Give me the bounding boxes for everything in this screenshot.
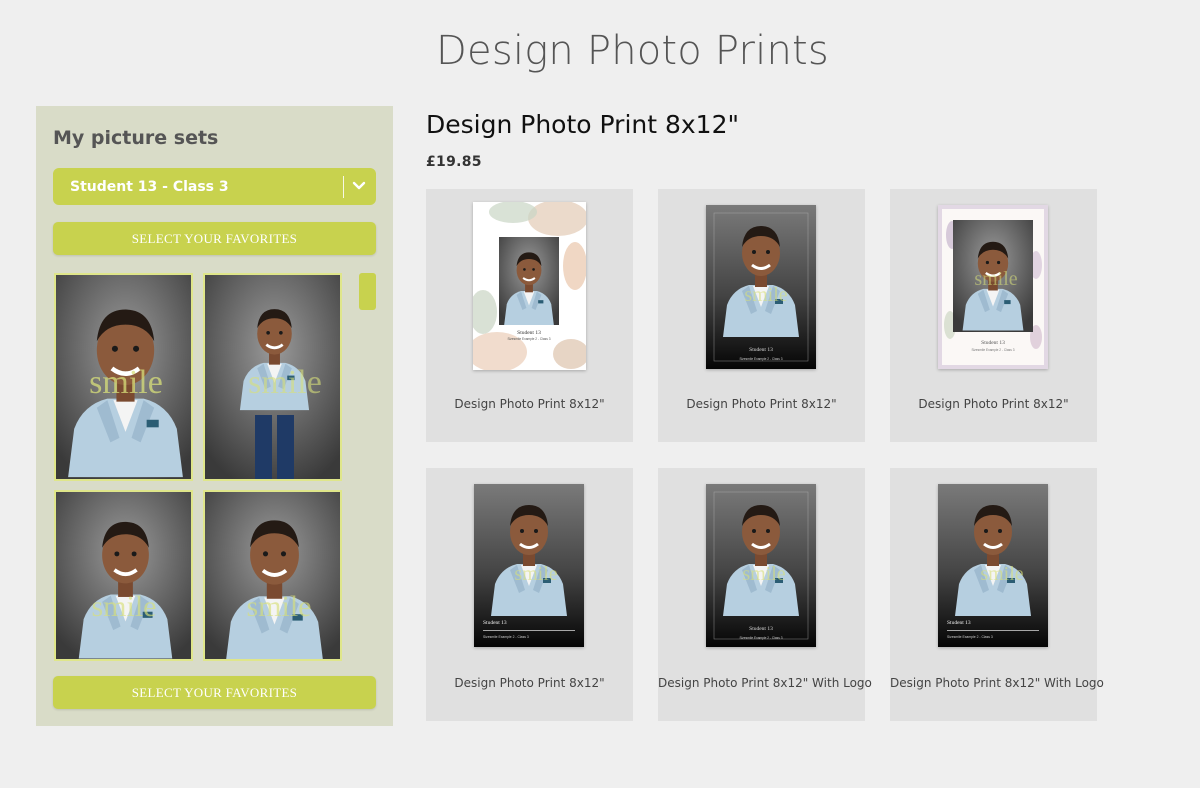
card-caption-sub: Sizesmile Example 2 - Class 3 (507, 337, 550, 341)
card-watermark: smile (742, 563, 785, 585)
card-label: Design Photo Print 8x12" With Logo (890, 676, 1104, 690)
card-caption-name: Student 13 (947, 620, 971, 626)
card-watermark: smile (980, 563, 1023, 585)
picture-thumbnail[interactable]: smile (54, 273, 193, 481)
design-preview: smile Student 13 Sizesmile Example 2 - C… (474, 484, 584, 647)
design-preview: smile Student 13 Sizesmile Example 2 - C… (706, 484, 816, 647)
card-caption-name: Student 13 (981, 340, 1005, 346)
card-watermark: smile (744, 284, 787, 306)
page-title: Design Photo Prints (436, 28, 829, 74)
card-caption-sub: Sizesmile Example 2 - Class 3 (739, 357, 782, 361)
design-card[interactable]: smile Student 13 Sizesmile Example 2 - C… (890, 189, 1097, 442)
design-card[interactable]: smile Student 13 Sizesmile Example 2 - C… (658, 468, 872, 721)
design-preview: smile Student 13 Sizesmile Example 2 - C… (938, 484, 1048, 647)
card-caption-sub: Sizesmile Example 2 - Class 3 (483, 635, 529, 639)
design-preview: smile Student 13 Sizesmile Example 2 - C… (706, 205, 816, 369)
product-title: Design Photo Print 8x12" (426, 110, 739, 139)
design-preview: smile Student 13 Sizesmile Example 2 - C… (938, 205, 1048, 369)
card-caption-name: Student 13 (483, 620, 507, 626)
card-watermark: smile (514, 563, 557, 585)
card-label: Design Photo Print 8x12" (454, 676, 605, 690)
design-card[interactable]: smile Student 13 Sizesmile Example 2 - C… (426, 468, 633, 721)
card-label: Design Photo Print 8x12" (454, 397, 605, 411)
design-preview: Student 13 Sizesmile Example 2 - Class 3 (473, 202, 586, 370)
sidebar-title: My picture sets (53, 127, 219, 149)
card-label: Design Photo Print 8x12" (918, 397, 1069, 411)
card-caption-name: Student 13 (517, 330, 541, 336)
picture-thumbnail[interactable]: smile (54, 490, 193, 661)
thumbnail-watermark: smile (247, 590, 312, 623)
card-caption-sub: Sizesmile Example 2 - Class 3 (739, 636, 782, 640)
card-caption-sub: Sizesmile Example 2 - Class 3 (971, 348, 1014, 352)
design-card[interactable]: Student 13 Sizesmile Example 2 - Class 3… (426, 189, 633, 442)
selected-set-label: Student 13 - Class 3 (70, 179, 229, 195)
design-card[interactable]: smile Student 13 Sizesmile Example 2 - C… (890, 468, 1104, 721)
picture-thumbnail[interactable]: smile (203, 273, 342, 481)
thumbnail-watermark: smile (89, 364, 163, 401)
dropdown-divider (343, 176, 344, 198)
card-caption-sub: Sizesmile Example 2 - Class 3 (947, 635, 993, 639)
thumbnail-scrollbar[interactable] (359, 273, 376, 310)
product-price: £19.85 (426, 154, 482, 170)
picture-set-dropdown[interactable]: Student 13 - Class 3 (53, 168, 376, 205)
card-label: Design Photo Print 8x12" With Logo (658, 676, 872, 690)
design-card[interactable]: smile Student 13 Sizesmile Example 2 - C… (658, 189, 865, 442)
thumbnail-watermark: smile (92, 590, 157, 623)
card-caption-name: Student 13 (749, 347, 773, 353)
picture-thumbnail[interactable]: smile (203, 490, 342, 661)
select-favorites-button-top[interactable]: SELECT YOUR FAVORITES (53, 222, 376, 255)
thumbnail-watermark: smile (248, 364, 322, 401)
select-favorites-button-bottom[interactable]: SELECT YOUR FAVORITES (53, 676, 376, 709)
card-watermark: smile (974, 268, 1017, 290)
picture-sets-sidebar: My picture sets Student 13 - Class 3 SEL… (36, 106, 393, 726)
chevron-down-icon (350, 177, 368, 195)
card-label: Design Photo Print 8x12" (686, 397, 837, 411)
card-caption-name: Student 13 (749, 626, 773, 632)
